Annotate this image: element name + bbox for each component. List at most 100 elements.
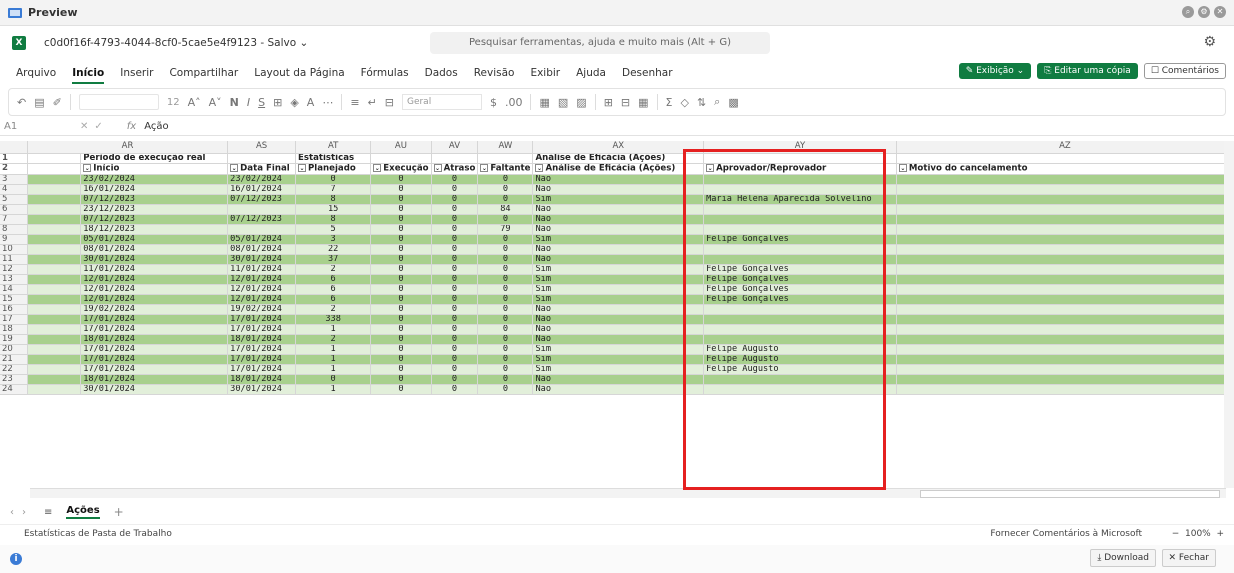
cell-motivo[interactable]	[896, 384, 1234, 395]
paste-icon[interactable]: ▤	[34, 96, 44, 109]
cell-execucao[interactable]: 0	[370, 364, 432, 375]
cell-analise[interactable]: Não	[532, 254, 705, 265]
cell[interactable]	[27, 374, 82, 385]
cell-faltante[interactable]: 0	[477, 334, 534, 345]
table-row[interactable]: 19 18/01/2024 18/01/2024 2 0 0 0 Não	[0, 334, 1234, 345]
cell-inicio[interactable]: 30/01/2024	[80, 254, 229, 265]
cell-analise[interactable]: Não	[532, 324, 705, 335]
cell-data-final[interactable]: 30/01/2024	[227, 254, 296, 265]
cell[interactable]	[431, 153, 479, 164]
cell-execucao[interactable]: 0	[370, 314, 432, 325]
cell-inicio[interactable]: 17/01/2024	[80, 314, 229, 325]
cell-execucao[interactable]: 0	[370, 264, 432, 275]
cell-inicio[interactable]: 17/01/2024	[80, 354, 229, 365]
cell-data-final[interactable]: 16/01/2024	[227, 184, 296, 195]
table-row[interactable]: 3 23/02/2024 23/02/2024 0 0 0 0 Não	[0, 174, 1234, 185]
cell-data-final[interactable]: 12/01/2024	[227, 274, 296, 285]
cell-motivo[interactable]	[896, 324, 1234, 335]
cell-analise[interactable]: Não	[532, 334, 705, 345]
cell-planejado[interactable]: 1	[295, 344, 372, 355]
cell-execucao[interactable]: 0	[370, 224, 432, 235]
cell-atraso[interactable]: 0	[431, 384, 479, 395]
cell-atraso[interactable]: 0	[431, 224, 479, 235]
cell-atraso[interactable]: 0	[431, 194, 479, 205]
zoom-control[interactable]: − 100% +	[1172, 529, 1224, 539]
editar-copia-button[interactable]: ⎘ Editar uma cópia	[1037, 63, 1138, 79]
cell-atraso[interactable]: 0	[431, 344, 479, 355]
cell-atraso[interactable]: 0	[431, 354, 479, 365]
cell-analise[interactable]: Sim	[532, 264, 705, 275]
cell-inicio[interactable]: 12/01/2024	[80, 294, 229, 305]
filter-dropdown-icon[interactable]: ⌄	[898, 164, 907, 172]
header-ar[interactable]: ⌄ Início	[80, 163, 229, 175]
cell-planejado[interactable]: 338	[295, 314, 372, 325]
cell[interactable]	[27, 254, 82, 265]
cell-analise[interactable]: Sim	[532, 364, 705, 375]
cell-faltante[interactable]: 0	[477, 294, 534, 305]
table-row[interactable]: 24 30/01/2024 30/01/2024 1 0 0 0 Não	[0, 384, 1234, 395]
tab-desenhar[interactable]: Desenhar	[622, 63, 673, 83]
filter-dropdown-icon[interactable]: ⌄	[83, 164, 92, 172]
row-number[interactable]: 8	[0, 224, 28, 235]
cell[interactable]	[477, 153, 534, 164]
sheet-table[interactable]: AR AS AT AU AV AW AX AY AZ 1 Período de execução r…	[0, 141, 1234, 395]
cell-inicio[interactable]: 30/01/2024	[80, 384, 229, 395]
cell-execucao[interactable]: 0	[370, 204, 432, 215]
cell-data-final[interactable]: 18/01/2024	[227, 374, 296, 385]
row-number[interactable]: 17	[0, 314, 28, 325]
cell[interactable]	[27, 344, 82, 355]
cell-atraso[interactable]: 0	[431, 294, 479, 305]
cell-atraso[interactable]: 0	[431, 374, 479, 385]
cell-inicio[interactable]: 16/01/2024	[80, 184, 229, 195]
cell-data-final[interactable]: 19/02/2024	[227, 304, 296, 315]
cell-aprovador[interactable]: Felipe Gonçalves	[703, 234, 897, 245]
cell-faltante[interactable]: 0	[477, 354, 534, 365]
cell[interactable]	[27, 214, 82, 225]
more-icon[interactable]: ⋯	[322, 96, 333, 109]
row-number[interactable]: 19	[0, 334, 28, 345]
table-row[interactable]: 20 17/01/2024 17/01/2024 1 0 0 0 Sim Felipe Augu…	[0, 344, 1234, 355]
cell-execucao[interactable]: 0	[370, 194, 432, 205]
cell-execucao[interactable]: 0	[370, 344, 432, 355]
feedback-link[interactable]: Fornecer Comentários à Microsoft	[990, 529, 1142, 539]
cell-faltante[interactable]: 0	[477, 274, 534, 285]
row-number[interactable]: 10	[0, 244, 28, 255]
table-row[interactable]: 10 08/01/2024 08/01/2024 22 0 0 0 Não	[0, 244, 1234, 255]
cell-faltante[interactable]: 0	[477, 244, 534, 255]
column-header-ar[interactable]: AR	[27, 141, 229, 154]
cell-faltante[interactable]: 0	[477, 184, 534, 195]
grow-font-icon[interactable]: A˄	[188, 96, 201, 109]
cell-inicio[interactable]: 18/12/2023	[80, 224, 229, 235]
column-header-at[interactable]: AT	[295, 141, 372, 154]
table-row[interactable]: 8 18/12/2023 5 0 0 79 Não	[0, 224, 1234, 235]
cell-inicio[interactable]: 18/01/2024	[80, 374, 229, 385]
close-icon[interactable]: ✕	[1214, 6, 1226, 18]
cell-inicio[interactable]: 05/01/2024	[80, 234, 229, 245]
row-number[interactable]: 23	[0, 374, 28, 385]
cell-planejado[interactable]: 5	[295, 224, 372, 235]
cell-planejado[interactable]: 1	[295, 384, 372, 395]
cell-atraso[interactable]: 0	[431, 254, 479, 265]
cell-aprovador[interactable]: Felipe Gonçalves	[703, 284, 897, 295]
search-input[interactable]: Pesquisar ferramentas, ajuda e muito mai…	[430, 32, 770, 54]
scroll-thumb[interactable]	[920, 490, 1220, 498]
cancel-icon[interactable]: ✕	[80, 121, 88, 132]
table-row[interactable]: 11 30/01/2024 30/01/2024 37 0 0 0 Não	[0, 254, 1234, 265]
bold-icon[interactable]: N	[230, 96, 239, 109]
cell-faltante[interactable]: 79	[477, 224, 534, 235]
table-row[interactable]: 5 07/12/2023 07/12/2023 8 0 0 0 Sim Maria Helena…	[0, 194, 1234, 205]
cell-analise[interactable]: Não	[532, 384, 705, 395]
cell-analise[interactable]: Sim	[532, 284, 705, 295]
tab-arquivo[interactable]: Arquivo	[16, 63, 56, 83]
row-number[interactable]: 14	[0, 284, 28, 295]
cell-execucao[interactable]: 0	[370, 374, 432, 385]
header-ay[interactable]: ⌄ Aprovador/Reprovador	[703, 163, 897, 175]
row-number[interactable]: 20	[0, 344, 28, 355]
cell-analise[interactable]: Sim	[532, 194, 705, 205]
cell[interactable]	[227, 153, 296, 164]
row-number[interactable]: 22	[0, 364, 28, 375]
column-header-av[interactable]: AV	[431, 141, 479, 154]
cell-faltante[interactable]: 0	[477, 234, 534, 245]
cell-inicio[interactable]: 23/12/2023	[80, 204, 229, 215]
spreadsheet-grid[interactable]: AR AS AT AU AV AW AX AY AZ 1 Período de execução r…	[0, 141, 1234, 497]
